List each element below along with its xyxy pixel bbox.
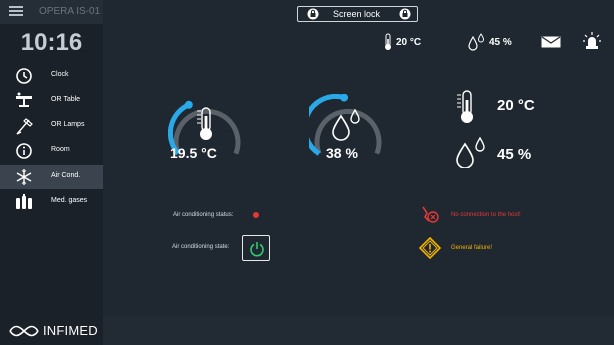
infimed-logo: INFIMED — [8, 323, 103, 339]
device-name: OPERA IS-01 — [39, 6, 101, 17]
sidebar-item-label: OR Table — [51, 96, 81, 103]
humidity-setpoint: 38 % — [326, 145, 358, 161]
connection-error-icon — [422, 206, 439, 223]
or-lamp-icon — [16, 118, 33, 135]
current-humidity: 45 % — [497, 146, 532, 163]
hamburger-menu-icon[interactable] — [9, 6, 23, 17]
gas-cylinders-icon — [16, 194, 32, 209]
thermometer-icon — [385, 33, 391, 50]
bottom-bar — [103, 317, 614, 345]
screen-lock-button[interactable]: Screen lock — [297, 6, 418, 22]
clock-icon — [16, 68, 32, 84]
temperature-setpoint: 19.5 °C — [170, 145, 217, 161]
thermometer-icon — [457, 90, 473, 123]
sidebar-item-label: Room — [51, 146, 70, 153]
current-temperature: 20 °C — [497, 97, 535, 114]
sidebar-item-clock[interactable]: Clock — [0, 64, 103, 88]
info-icon — [16, 143, 32, 159]
sidebar-header: OPERA IS-01 — [0, 0, 103, 24]
sidebar-item-or-lamps[interactable]: OR Lamps — [0, 114, 103, 138]
ac-power-button[interactable] — [242, 235, 270, 261]
header-humidity: 45 % — [489, 37, 512, 48]
lock-icon — [399, 8, 411, 20]
clock-time: 10:16 — [20, 29, 83, 56]
brand-name: INFIMED — [43, 323, 98, 338]
sidebar-item-label: Clock — [51, 71, 69, 78]
humidity-icon — [468, 33, 485, 51]
no-connection-warning: No connection to the host! — [451, 212, 521, 218]
sidebar-item-med-gases[interactable]: Med. gases — [0, 190, 103, 214]
ac-status-indicator — [253, 212, 259, 218]
ac-status-label: Air conditioning status: — [173, 212, 234, 218]
snowflake-icon — [16, 169, 32, 185]
mail-icon[interactable] — [541, 36, 561, 48]
lock-icon — [307, 8, 319, 20]
general-failure-icon — [419, 237, 441, 259]
sidebar-item-air-cond[interactable]: Air Cond. — [0, 165, 103, 189]
sidebar-item-label: Air Cond. — [51, 172, 81, 179]
sidebar-item-or-table[interactable]: OR Table — [0, 89, 103, 113]
sidebar-item-label: Med. gases — [51, 197, 88, 204]
power-icon — [250, 242, 264, 257]
sidebar-item-label: OR Lamps — [51, 121, 85, 128]
general-failure-warning: General failure! — [451, 245, 493, 251]
humidity-icon — [456, 136, 485, 168]
ac-state-label: Air conditioning state: — [172, 244, 230, 250]
infimed-logo-icon — [9, 325, 39, 337]
sidebar-item-room[interactable]: Room — [0, 139, 103, 163]
screen-lock-label: Screen lock — [333, 9, 381, 19]
or-table-icon — [16, 92, 32, 107]
header-temperature: 20 °C — [396, 37, 422, 48]
alarm-light-icon[interactable] — [583, 31, 601, 50]
